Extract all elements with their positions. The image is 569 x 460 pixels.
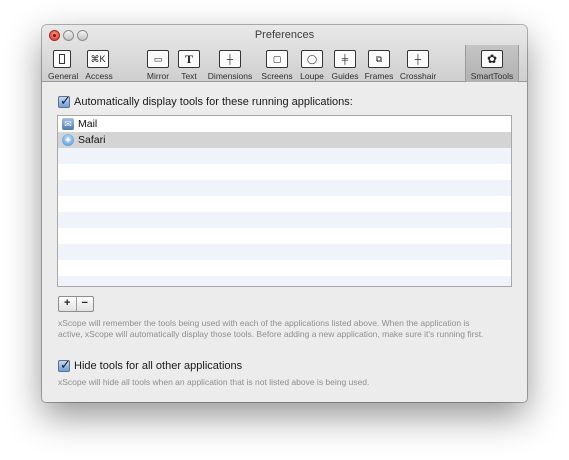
toolbar-item-general[interactable]: General — [48, 48, 78, 81]
empty-row — [58, 260, 511, 276]
hide-tools-label: Hide tools for all other applications — [74, 360, 243, 372]
empty-row — [58, 196, 511, 212]
crosshair-icon: ┼ — [407, 50, 429, 68]
apps-help-line-1: xScope will remember the tools being use… — [58, 318, 470, 328]
empty-row — [58, 180, 511, 196]
toolbar-label: Frames — [364, 71, 394, 81]
command-key-icon: ⌘K — [87, 50, 109, 68]
mirror-icon: ▭ — [147, 50, 169, 68]
toolbar-label: Text — [181, 71, 197, 81]
toolbar-label: General — [48, 71, 79, 81]
toolbar-item-crosshair[interactable]: ┼ Crosshair — [398, 48, 438, 81]
preferences-window: Preferences General ⌘K Access ▭ Mirror T… — [42, 25, 527, 402]
toolbar-label: Screens — [261, 71, 293, 81]
loupe-icon: ◯ — [301, 50, 323, 68]
auto-display-label: Automatically display tools for these ru… — [74, 96, 353, 108]
text-icon: T — [178, 50, 200, 68]
add-button[interactable]: + — [59, 297, 76, 311]
toolbar-label: SmartTools — [470, 71, 514, 81]
empty-row — [58, 228, 511, 244]
auto-display-checkbox[interactable] — [58, 93, 71, 109]
gear-icon: ✿ — [481, 50, 503, 68]
hide-tools-checkbox[interactable] — [58, 357, 71, 373]
toolbar-label: Crosshair — [399, 71, 437, 81]
smarttools-pane: Automatically display tools for these ru… — [42, 83, 527, 402]
toolbar-item-smarttools[interactable]: ✿ SmartTools — [467, 48, 517, 81]
applications-list[interactable]: ✉ Mail ✦ Safari — [57, 115, 512, 287]
empty-row — [58, 164, 511, 180]
screens-icon: ▢ — [266, 50, 288, 68]
toolbar-label: Dimensions — [207, 71, 253, 81]
toolbar-item-access[interactable]: ⌘K Access — [84, 48, 114, 81]
toolbar-item-frames[interactable]: ⧉ Frames — [363, 48, 395, 81]
dimensions-icon: ┼ — [219, 50, 241, 68]
toolbar-item-guides[interactable]: ╪ Guides — [330, 48, 360, 81]
app-name: Safari — [78, 134, 106, 146]
empty-row — [58, 244, 511, 260]
toolbar-item-dimensions[interactable]: ┼ Dimensions — [206, 48, 254, 81]
list-item[interactable]: ✉ Mail — [58, 116, 511, 132]
remove-button[interactable]: − — [76, 297, 93, 311]
empty-row — [58, 148, 511, 164]
empty-row — [58, 276, 511, 286]
list-item[interactable]: ✦ Safari — [58, 132, 511, 148]
toolbar-label: Mirror — [146, 71, 170, 81]
apps-help-line-2: active, xScope will automatically displa… — [58, 329, 484, 339]
mail-icon: ✉ — [62, 118, 74, 130]
window-title: Preferences — [254, 29, 315, 41]
toolbar-item-screens[interactable]: ▢ Screens — [260, 48, 294, 81]
toolbar-label: Access — [85, 71, 113, 81]
add-remove-segmented-control: + − — [58, 296, 94, 312]
general-icon — [53, 50, 71, 68]
safari-icon: ✦ — [62, 134, 74, 146]
toolbar: Preferences General ⌘K Access ▭ Mirror T… — [42, 25, 527, 82]
toolbar-item-loupe[interactable]: ◯ Loupe — [298, 48, 326, 81]
empty-row — [58, 212, 511, 228]
hide-tools-help: xScope will hide all tools when an appli… — [58, 377, 370, 387]
toolbar-label: Guides — [331, 71, 359, 81]
frames-icon: ⧉ — [368, 50, 390, 68]
guides-icon: ╪ — [334, 50, 356, 68]
app-name: Mail — [78, 118, 98, 130]
toolbar-label: Loupe — [300, 71, 324, 81]
toolbar-item-mirror[interactable]: ▭ Mirror — [145, 48, 171, 81]
toolbar-item-text[interactable]: T Text — [177, 48, 201, 81]
